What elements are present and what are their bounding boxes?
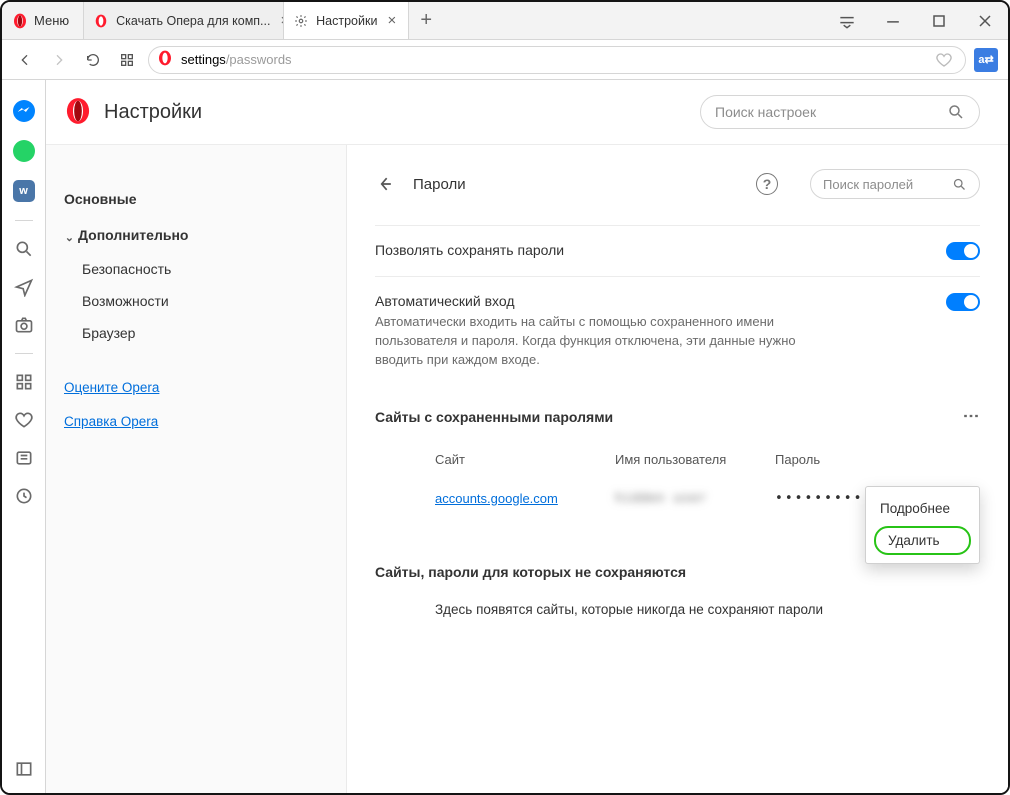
chevron-up-icon: ⌃ (64, 230, 74, 243)
opera-favicon-icon (157, 50, 173, 69)
settings-main: Пароли ? Поиск паролей Позволять сохраня… (346, 145, 1008, 793)
search-placeholder: Поиск паролей (823, 177, 913, 192)
section-title: Пароли (413, 176, 466, 193)
setting-auto-signin: Автоматический вход Автоматически входит… (375, 276, 980, 386)
extensions-icon[interactable] (14, 372, 34, 392)
tab-label: Скачать Опера для комп... (116, 14, 270, 28)
never-saved-section: Сайты, пароли для которых не сохраняются… (375, 564, 980, 617)
col-user: Имя пользователя (615, 452, 775, 467)
nav-advanced[interactable]: ⌃ Дополнительно (64, 217, 346, 253)
news-icon[interactable] (14, 448, 34, 468)
tab-label: Настройки (316, 14, 377, 28)
nav-browser[interactable]: Браузер (64, 317, 346, 349)
password-context-menu: Подробнее Удалить (865, 486, 980, 564)
settings-nav: Основные ⌃ Дополнительно Безопасность Воз… (46, 145, 346, 793)
vk-icon[interactable]: w (13, 180, 35, 202)
nav-basic[interactable]: Основные (64, 181, 346, 217)
search-icon[interactable] (14, 239, 34, 259)
nav-features[interactable]: Возможности (64, 285, 346, 317)
col-password: Пароль (775, 452, 935, 467)
saved-title: Сайты с сохраненными паролями (375, 409, 613, 425)
tab-1[interactable]: Настройки × (284, 2, 409, 39)
saved-passwords-section: Сайты с сохраненными паролями ⋮ Сайт Имя… (375, 408, 980, 518)
bookmark-heart-icon[interactable] (935, 51, 953, 69)
history-icon[interactable] (14, 486, 34, 506)
nav-link-help[interactable]: Справка Opera (64, 407, 346, 435)
opera-menu-button[interactable]: Меню (2, 2, 84, 39)
site-link[interactable]: accounts.google.com (435, 491, 558, 506)
snapshot-icon[interactable] (14, 315, 34, 335)
toolbar: settings/passwords a⇄ (2, 40, 1008, 80)
search-icon (952, 177, 967, 192)
address-text-sub: /passwords (226, 52, 292, 67)
close-window-button[interactable] (962, 2, 1008, 39)
send-icon[interactable] (14, 277, 34, 297)
rate-link[interactable]: Оцените Opera (64, 380, 159, 395)
nav-link-rate[interactable]: Оцените Opera (64, 373, 346, 401)
speed-dial-button[interactable] (114, 47, 140, 73)
whatsapp-icon[interactable] (13, 140, 35, 162)
window-controls (824, 2, 1008, 39)
col-site: Сайт (435, 452, 615, 467)
more-vert-icon[interactable]: ⋮ (961, 408, 980, 426)
setting-label: Позволять сохранять пароли (375, 242, 564, 258)
help-link[interactable]: Справка Opera (64, 414, 158, 429)
title-bar: Меню Скачать Опера для комп... × Настрой… (2, 2, 1008, 40)
messenger-icon[interactable] (13, 100, 35, 122)
password-table-header: Сайт Имя пользователя Пароль (375, 440, 980, 479)
divider (15, 353, 33, 354)
minimize-button[interactable] (870, 2, 916, 39)
back-button[interactable] (12, 47, 38, 73)
address-text-main: settings (181, 52, 226, 67)
settings-search-input[interactable]: Поиск настроек (700, 95, 980, 129)
opera-logo-icon (64, 97, 92, 128)
heart-icon[interactable] (14, 410, 34, 430)
section-header: Пароли ? Поиск паролей (375, 169, 980, 199)
close-icon[interactable]: × (385, 12, 398, 29)
setting-label: Автоматический вход (375, 293, 815, 309)
maximize-button[interactable] (916, 2, 962, 39)
settings-page: Настройки Поиск настроек Основные ⌃ Допол… (46, 80, 1008, 793)
passwords-search-input[interactable]: Поиск паролей (810, 169, 980, 199)
translate-button[interactable]: a⇄ (974, 48, 998, 72)
forward-button[interactable] (46, 47, 72, 73)
tab-0[interactable]: Скачать Опера для комп... × (84, 2, 284, 39)
never-title: Сайты, пароли для которых не сохраняются (375, 564, 980, 580)
nav-security[interactable]: Безопасность (64, 253, 346, 285)
search-placeholder: Поиск настроек (715, 104, 816, 120)
nav-advanced-label: Дополнительно (78, 227, 188, 243)
tab-strip: Скачать Опера для комп... × Настройки × … (84, 2, 824, 39)
address-bar[interactable]: settings/passwords (148, 46, 966, 74)
menu-delete[interactable]: Удалить (874, 526, 971, 555)
username-cell: hidden user (615, 491, 775, 506)
address-text: settings/passwords (181, 52, 292, 67)
help-icon[interactable]: ? (756, 173, 778, 195)
divider (15, 220, 33, 221)
back-arrow-icon[interactable] (375, 174, 395, 194)
search-icon (947, 103, 965, 121)
collapse-sidebar-icon[interactable] (14, 759, 34, 779)
mini-sidebar: w (2, 80, 46, 793)
setting-offer-save: Позволять сохранять пароли (375, 225, 980, 276)
menu-label: Меню (34, 13, 69, 28)
page-title: Настройки (104, 101, 202, 124)
auto-signin-toggle[interactable] (946, 293, 980, 311)
offer-save-toggle[interactable] (946, 242, 980, 260)
reload-button[interactable] (80, 47, 106, 73)
tabs-menu-button[interactable] (824, 2, 870, 39)
opera-favicon-icon (94, 14, 108, 28)
settings-header: Настройки Поиск настроек (46, 80, 1008, 144)
menu-details[interactable]: Подробнее (866, 493, 979, 524)
never-text: Здесь появятся сайты, которые никогда не… (375, 602, 980, 617)
translate-icon: a⇄ (978, 53, 993, 66)
setting-description: Автоматически входить на сайты с помощью… (375, 313, 815, 370)
new-tab-button[interactable]: + (409, 2, 443, 39)
gear-icon (294, 14, 308, 28)
opera-logo-icon (12, 13, 28, 29)
